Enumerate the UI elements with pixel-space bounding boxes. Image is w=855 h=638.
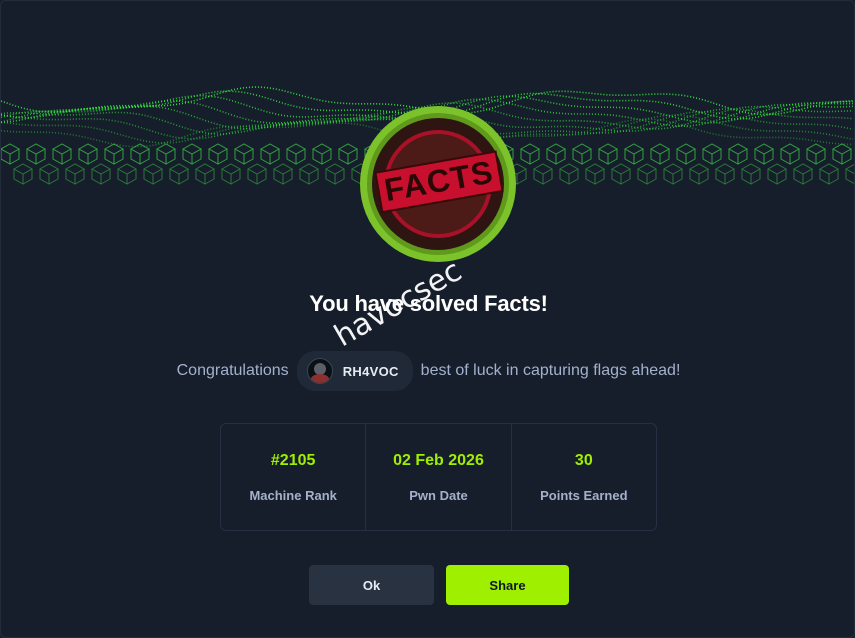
- stat-label: Machine Rank: [249, 487, 337, 503]
- stats-panel: #2105 Machine Rank 02 Feb 2026 Pwn Date …: [220, 423, 657, 531]
- stat-label: Points Earned: [540, 487, 628, 503]
- stat-value: 30: [574, 451, 593, 469]
- user-chip[interactable]: RH4VOC: [296, 351, 413, 391]
- congratulations-message: Congratulations RH4VOC best of luck in c…: [1, 351, 854, 391]
- stat-label: Pwn Date: [409, 487, 468, 503]
- stat-pwn-date: 02 Feb 2026 Pwn Date: [366, 424, 512, 530]
- congrats-suffix: best of luck in capturing flags ahead!: [420, 362, 681, 379]
- facts-badge-icon: FACTS: [360, 106, 516, 262]
- username: RH4VOC: [342, 363, 399, 379]
- stat-machine-rank: #2105 Machine Rank: [221, 424, 367, 530]
- stat-value: #2105: [270, 451, 316, 469]
- congrats-prefix: Congratulations: [176, 362, 289, 379]
- stat-points-earned: 30 Points Earned: [512, 424, 656, 530]
- avatar: [306, 358, 333, 384]
- stat-value: 02 Feb 2026: [393, 451, 484, 469]
- machine-solved-modal: FACTS You have solved Facts! Congratulat…: [0, 0, 855, 638]
- ok-button[interactable]: Ok: [309, 565, 434, 605]
- share-button[interactable]: Share: [446, 565, 569, 605]
- page-title: You have solved Facts!: [309, 291, 548, 316]
- facts-machine-badge: FACTS: [358, 104, 518, 264]
